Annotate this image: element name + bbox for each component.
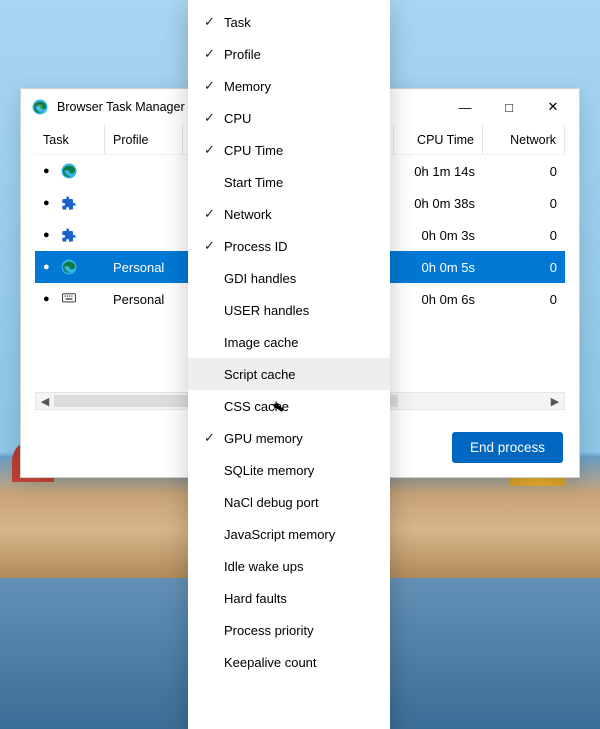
- row-bullet-icon: ●: [43, 198, 50, 209]
- checkmark-icon: ✓: [204, 142, 224, 158]
- cell-network: 0: [483, 260, 565, 275]
- menu-item-label: GPU memory: [224, 431, 376, 446]
- cell-task: ●: [35, 162, 105, 180]
- menu-item-label: Hard faults: [224, 591, 376, 606]
- cell-task: ●: [35, 258, 105, 276]
- menu-item-sqlite-memory[interactable]: SQLite memory: [188, 454, 390, 486]
- menu-item-label: GDI handles: [224, 271, 376, 286]
- menu-item-label: Idle wake ups: [224, 559, 376, 574]
- cell-profile: Personal: [105, 292, 183, 307]
- menu-item-cpu[interactable]: ✓CPU: [188, 102, 390, 134]
- cell-cpu-time: 0h 0m 3s: [393, 228, 483, 243]
- menu-item-label: JavaScript memory: [224, 527, 376, 542]
- menu-item-label: SQLite memory: [224, 463, 376, 478]
- menu-item-label: Profile: [224, 47, 376, 62]
- menu-item-idle-wake-ups[interactable]: Idle wake ups: [188, 550, 390, 582]
- menu-item-profile[interactable]: ✓Profile: [188, 38, 390, 70]
- row-bullet-icon: ●: [43, 262, 50, 273]
- maximize-button[interactable]: □: [487, 92, 531, 122]
- row-bullet-icon: ●: [43, 230, 50, 241]
- cell-task: ●: [35, 194, 105, 212]
- menu-item-label: Network: [224, 207, 376, 222]
- edge-beta-icon: [31, 98, 49, 116]
- menu-item-label: Image cache: [224, 335, 376, 350]
- cell-network: 0: [483, 292, 565, 307]
- menu-item-process-id[interactable]: ✓Process ID: [188, 230, 390, 262]
- cell-profile: Personal: [105, 260, 183, 275]
- column-context-menu[interactable]: ✓Task✓Profile✓Memory✓CPU✓CPU TimeStart T…: [188, 0, 390, 729]
- menu-item-javascript-memory[interactable]: JavaScript memory: [188, 518, 390, 550]
- menu-item-memory[interactable]: ✓Memory: [188, 70, 390, 102]
- window-controls: ― □ ✕: [443, 92, 575, 122]
- menu-item-label: USER handles: [224, 303, 376, 318]
- menu-item-user-handles[interactable]: USER handles: [188, 294, 390, 326]
- extension-icon: [60, 194, 78, 212]
- checkmark-icon: ✓: [204, 78, 224, 94]
- menu-item-hard-faults[interactable]: Hard faults: [188, 582, 390, 614]
- menu-item-start-time[interactable]: Start Time: [188, 166, 390, 198]
- cell-network: 0: [483, 164, 565, 179]
- cell-task: ●: [35, 226, 105, 244]
- checkmark-icon: ✓: [204, 430, 224, 446]
- menu-item-label: Start Time: [224, 175, 376, 190]
- menu-item-css-cache[interactable]: CSS cache: [188, 390, 390, 422]
- menu-item-label: CPU Time: [224, 143, 376, 158]
- cell-network: 0: [483, 196, 565, 211]
- column-header-cpu-time[interactable]: CPU Time: [393, 125, 483, 154]
- menu-item-nacl-debug-port[interactable]: NaCl debug port: [188, 486, 390, 518]
- menu-item-gdi-handles[interactable]: GDI handles: [188, 262, 390, 294]
- edge-icon: [60, 258, 78, 276]
- close-button[interactable]: ✕: [531, 92, 575, 122]
- extension-icon: [60, 226, 78, 244]
- scroll-right-arrow-icon[interactable]: ▶: [546, 395, 564, 408]
- cell-cpu-time: 0h 0m 38s: [393, 196, 483, 211]
- cell-task: ●: [35, 290, 105, 308]
- row-bullet-icon: ●: [43, 166, 50, 177]
- column-header-network[interactable]: Network: [483, 125, 565, 154]
- menu-item-label: Process priority: [224, 623, 376, 638]
- menu-item-label: Process ID: [224, 239, 376, 254]
- menu-item-label: CSS cache: [224, 399, 376, 414]
- menu-item-label: CPU: [224, 111, 376, 126]
- menu-item-keepalive-count[interactable]: Keepalive count: [188, 646, 390, 678]
- checkmark-icon: ✓: [204, 206, 224, 222]
- checkmark-icon: ✓: [204, 110, 224, 126]
- menu-item-gpu-memory[interactable]: ✓GPU memory: [188, 422, 390, 454]
- column-header-task[interactable]: Task: [35, 125, 105, 154]
- menu-item-label: Task: [224, 15, 376, 30]
- keyboard-icon: [60, 290, 78, 308]
- menu-item-script-cache[interactable]: Script cache: [188, 358, 390, 390]
- menu-item-cpu-time[interactable]: ✓CPU Time: [188, 134, 390, 166]
- checkmark-icon: ✓: [204, 14, 224, 30]
- menu-item-label: Memory: [224, 79, 376, 94]
- menu-item-network[interactable]: ✓Network: [188, 198, 390, 230]
- menu-item-label: Keepalive count: [224, 655, 376, 670]
- cell-cpu-time: 0h 0m 6s: [393, 292, 483, 307]
- checkmark-icon: ✓: [204, 46, 224, 62]
- minimize-button[interactable]: ―: [443, 92, 487, 122]
- menu-item-label: Script cache: [224, 367, 376, 382]
- checkmark-icon: ✓: [204, 238, 224, 254]
- cell-network: 0: [483, 228, 565, 243]
- menu-item-image-cache[interactable]: Image cache: [188, 326, 390, 358]
- menu-item-label: NaCl debug port: [224, 495, 376, 510]
- scroll-left-arrow-icon[interactable]: ◀: [36, 395, 54, 408]
- cell-cpu-time: 0h 1m 14s: [393, 164, 483, 179]
- edge-icon: [60, 162, 78, 180]
- cell-cpu-time: 0h 0m 5s: [393, 260, 483, 275]
- menu-item-task[interactable]: ✓Task: [188, 6, 390, 38]
- column-header-profile[interactable]: Profile: [105, 125, 183, 154]
- row-bullet-icon: ●: [43, 294, 50, 305]
- menu-item-process-priority[interactable]: Process priority: [188, 614, 390, 646]
- end-process-button[interactable]: End process: [452, 432, 563, 463]
